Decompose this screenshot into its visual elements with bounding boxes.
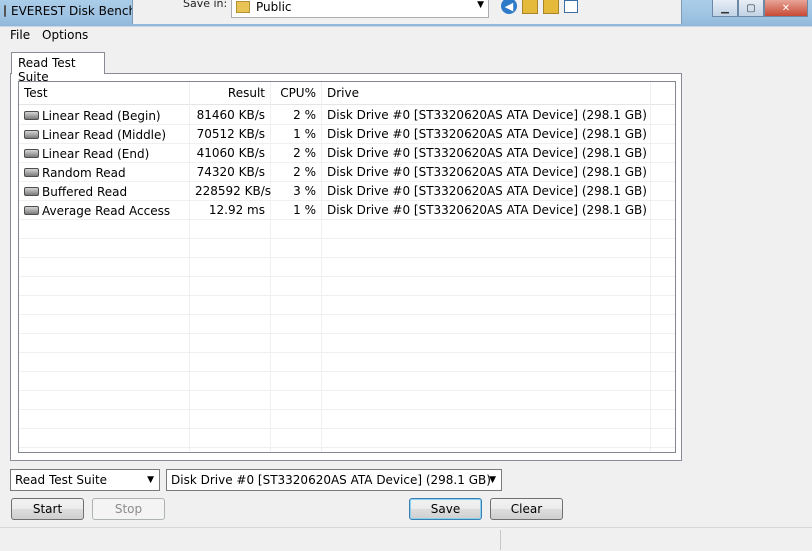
empty-row <box>19 353 675 372</box>
menu-options[interactable]: Options <box>42 28 88 42</box>
test-name: Average Read Access <box>42 203 171 218</box>
column-header-cpu[interactable]: CPU% <box>271 82 322 105</box>
empty-row <box>19 410 675 429</box>
cpu-value: 2 % <box>271 144 322 163</box>
empty-row <box>19 296 675 315</box>
chevron-down-icon: ▼ <box>489 475 496 485</box>
result-value: 70512 KB/s <box>190 125 271 144</box>
back-arrow-icon[interactable]: ◀ <box>501 0 517 14</box>
empty-row <box>19 334 675 353</box>
table-row[interactable]: Linear Read (Middle) 70512 KB/s 1 % Disk… <box>19 125 675 144</box>
chevron-down-icon: ▼ <box>147 475 154 485</box>
save-in-label: Save in: <box>183 0 228 10</box>
table-row[interactable]: Linear Read (End) 41060 KB/s 2 % Disk Dr… <box>19 144 675 163</box>
empty-row <box>19 220 675 239</box>
window-title: EVEREST Disk Benchmark <box>4 0 132 22</box>
status-separator <box>500 530 501 550</box>
test-name: Linear Read (Begin) <box>42 108 161 123</box>
minimize-button[interactable]: ▁ <box>712 0 738 17</box>
cpu-value: 1 % <box>271 125 322 144</box>
maximize-button[interactable]: ▢ <box>738 0 764 17</box>
empty-row <box>19 239 675 258</box>
drive-value: Disk Drive #0 [ST3320620AS ATA Device] (… <box>322 163 651 182</box>
table-row[interactable]: Linear Read (Begin) 81460 KB/s 2 % Disk … <box>19 106 675 125</box>
column-header-result[interactable]: Result <box>190 82 271 105</box>
drive-value: Disk Drive #0 [ST3320620AS ATA Device] (… <box>322 125 651 144</box>
empty-row <box>19 277 675 296</box>
cpu-value: 1 % <box>271 201 322 220</box>
test-name: Linear Read (End) <box>42 146 150 161</box>
dialog-nav: ◀ <box>501 0 578 14</box>
table-row[interactable]: Random Read 74320 KB/s 2 % Disk Drive #0… <box>19 163 675 182</box>
stop-button[interactable]: Stop <box>92 498 165 520</box>
tab-panel: Test Result CPU% Drive Linear Read (Begi… <box>10 73 682 461</box>
empty-row <box>19 372 675 391</box>
column-header-drive[interactable]: Drive <box>322 82 651 105</box>
suite-select-value: Read Test Suite <box>15 473 108 487</box>
view-menu-icon[interactable] <box>564 0 578 13</box>
suite-select[interactable]: Read Test Suite ▼ <box>10 469 160 491</box>
hard-drive-icon <box>24 168 39 177</box>
up-folder-icon[interactable] <box>522 0 538 14</box>
hard-drive-icon <box>24 130 39 139</box>
menu-bar: File Options <box>0 26 812 45</box>
list-header: Test Result CPU% Drive <box>19 82 675 105</box>
start-button[interactable]: Start <box>11 498 84 520</box>
drive-value: Disk Drive #0 [ST3320620AS ATA Device] (… <box>322 106 651 125</box>
tab-read-test-suite[interactable]: Read Test Suite <box>11 52 105 84</box>
result-value: 12.92 ms <box>190 201 271 220</box>
empty-row <box>19 429 675 448</box>
drive-value: Disk Drive #0 [ST3320620AS ATA Device] (… <box>322 144 651 163</box>
window-controls: ▁ ▢ ✕ <box>712 0 808 17</box>
result-value: 81460 KB/s <box>190 106 271 125</box>
empty-row <box>19 315 675 334</box>
cpu-value: 2 % <box>271 163 322 182</box>
chevron-down-icon: ▼ <box>477 0 484 10</box>
result-value: 74320 KB/s <box>190 163 271 182</box>
title-bar: EVEREST Disk Benchmark Save in: Public ▼… <box>0 0 812 27</box>
drive-value: Disk Drive #0 [ST3320620AS ATA Device] (… <box>322 201 651 220</box>
table-row[interactable]: Average Read Access 12.92 ms 1 % Disk Dr… <box>19 201 675 220</box>
column-header-test[interactable]: Test <box>19 82 190 105</box>
empty-row <box>19 391 675 410</box>
test-name: Random Read <box>42 165 126 180</box>
clear-button[interactable]: Clear <box>490 498 563 520</box>
status-bar <box>0 527 812 551</box>
new-folder-icon[interactable] <box>543 0 559 14</box>
drive-value: Disk Drive #0 [ST3320620AS ATA Device] (… <box>322 182 651 201</box>
result-value: 41060 KB/s <box>190 144 271 163</box>
result-value: 228592 KB/s <box>190 182 271 201</box>
folder-icon <box>236 1 250 13</box>
drive-select-value: Disk Drive #0 [ST3320620AS ATA Device] (… <box>171 473 491 487</box>
results-list[interactable]: Test Result CPU% Drive Linear Read (Begi… <box>18 81 676 453</box>
hard-drive-icon <box>24 206 39 215</box>
empty-row <box>19 258 675 277</box>
test-name: Linear Read (Middle) <box>42 127 167 142</box>
background-area <box>682 45 812 527</box>
cpu-value: 2 % <box>271 106 322 125</box>
close-button[interactable]: ✕ <box>764 0 808 17</box>
disk-benchmark-icon <box>4 5 6 17</box>
drive-select[interactable]: Disk Drive #0 [ST3320620AS ATA Device] (… <box>166 469 502 491</box>
hard-drive-icon <box>24 187 39 196</box>
hard-drive-icon <box>24 111 39 120</box>
table-row[interactable]: Buffered Read 228592 KB/s 3 % Disk Drive… <box>19 182 675 201</box>
save-dialog-background: Save in: Public ▼ ◀ <box>132 0 682 24</box>
save-in-combo[interactable]: Public ▼ <box>231 0 489 18</box>
menu-file[interactable]: File <box>10 28 30 42</box>
test-name: Buffered Read <box>42 184 128 199</box>
save-in-value: Public <box>256 0 292 14</box>
hard-drive-icon <box>24 149 39 158</box>
window-title-text: EVEREST Disk Benchmark <box>11 4 132 18</box>
cpu-value: 3 % <box>271 182 322 201</box>
save-button[interactable]: Save <box>409 498 482 520</box>
